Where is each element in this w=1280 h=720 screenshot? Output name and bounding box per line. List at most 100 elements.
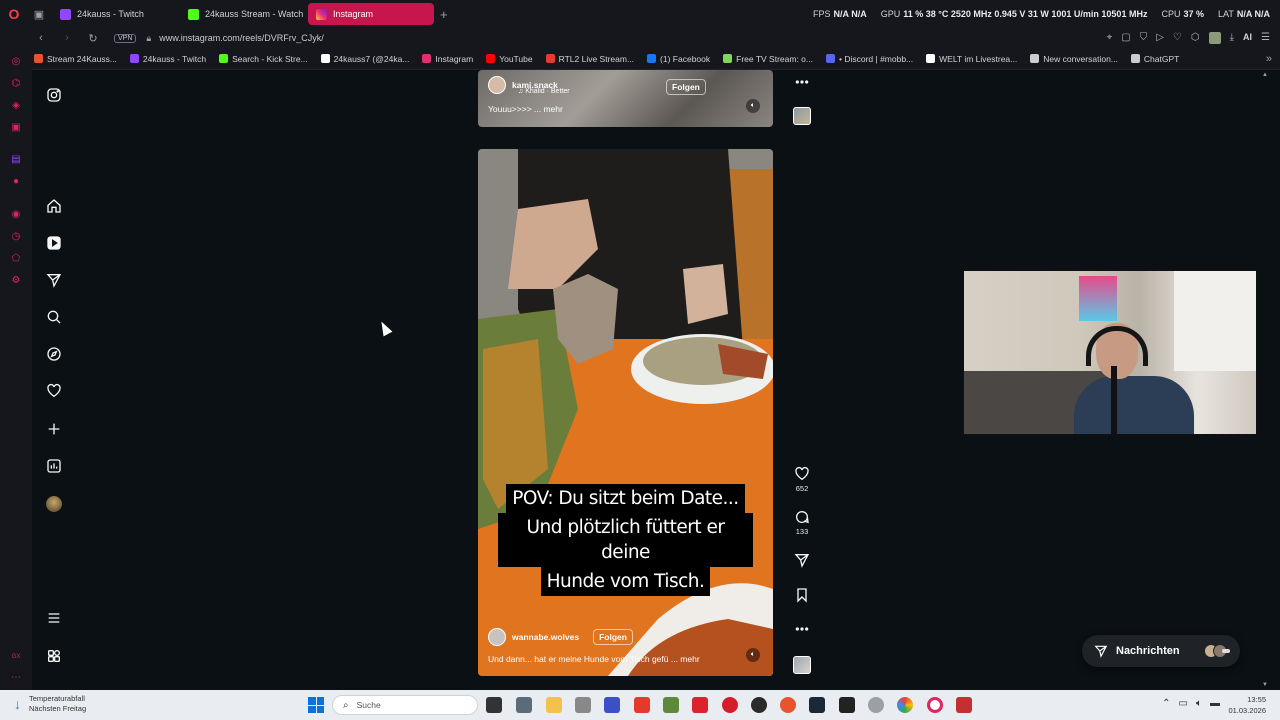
url-field[interactable]: www.instagram.com/reels/DVRFrv_CJyk/ bbox=[159, 33, 324, 43]
bookmark-item[interactable]: YouTube bbox=[486, 54, 533, 64]
volume-icon[interactable]: 🔈︎ bbox=[746, 648, 760, 662]
profile-avatar[interactable] bbox=[44, 494, 64, 514]
profile-avatar[interactable] bbox=[1208, 32, 1221, 44]
bookmark-item[interactable]: WELT im Livestrea... bbox=[926, 54, 1017, 64]
bookmark-item[interactable]: RTL2 Live Stream... bbox=[545, 54, 634, 64]
more-icon[interactable]: ⋯ bbox=[10, 671, 22, 683]
battery-icon[interactable]: ▬ bbox=[1210, 698, 1220, 709]
instagram-icon[interactable] bbox=[44, 85, 64, 105]
settings-icon[interactable]: ⚙ bbox=[10, 274, 22, 286]
bookmark-item[interactable]: ChatGPT bbox=[1130, 54, 1179, 64]
epic-games-icon[interactable] bbox=[839, 697, 855, 713]
tab-twitch[interactable]: 24kauss - Twitch bbox=[52, 3, 178, 25]
tab-kick[interactable]: 24kauss Stream - Watch L bbox=[180, 3, 306, 25]
pin-icon[interactable]: ⌖ bbox=[1107, 32, 1113, 44]
file-explorer-icon[interactable] bbox=[546, 697, 562, 713]
bookmark-item[interactable]: New conversation... bbox=[1030, 54, 1118, 64]
start-button[interactable] bbox=[308, 697, 324, 713]
more-options-icon[interactable] bbox=[792, 74, 812, 90]
scroll-up-icon[interactable]: ▲ bbox=[1262, 72, 1268, 78]
create-icon[interactable] bbox=[44, 419, 64, 439]
direct-icon[interactable] bbox=[44, 270, 64, 290]
clock[interactable]: 13:55 01.03.2026 bbox=[1228, 694, 1266, 716]
bookmark-item[interactable]: (1) Facebook bbox=[647, 54, 710, 64]
save-button[interactable] bbox=[792, 587, 812, 603]
task-view-icon[interactable] bbox=[486, 697, 502, 713]
comment-button[interactable]: 133 bbox=[792, 509, 812, 536]
taskbar-search[interactable]: ⌕ Suche bbox=[332, 695, 478, 715]
settings-app-icon[interactable] bbox=[868, 697, 884, 713]
speaker-icon[interactable]: 🔈︎ bbox=[1196, 698, 1202, 709]
apps-icon[interactable] bbox=[44, 646, 64, 666]
menu-icon[interactable] bbox=[44, 608, 64, 628]
reel-author[interactable]: wannabe.wolves Folgen bbox=[488, 628, 633, 646]
chevron-up-icon[interactable]: ⌃ bbox=[1162, 698, 1170, 709]
bookmark-item[interactable]: Free TV Stream: o... bbox=[723, 54, 813, 64]
new-tab-button[interactable]: + bbox=[440, 7, 448, 22]
record-app-icon[interactable] bbox=[722, 697, 738, 713]
chrome-icon[interactable] bbox=[897, 697, 913, 713]
youtube-sidebar-icon[interactable]: ● bbox=[10, 175, 22, 187]
red-app-icon[interactable] bbox=[634, 697, 650, 713]
author-avatar[interactable] bbox=[488, 76, 506, 94]
forward-icon[interactable]: › bbox=[58, 32, 76, 44]
player-sidebar-icon[interactable]: ◉ bbox=[10, 208, 22, 220]
snapshot-icon[interactable]: ▢ bbox=[1121, 32, 1130, 44]
back-icon[interactable]: ‹ bbox=[32, 32, 50, 44]
telegram-icon[interactable]: ▣ bbox=[10, 121, 22, 133]
author-avatar[interactable] bbox=[488, 628, 506, 646]
tab-instagram[interactable]: Instagram bbox=[308, 3, 434, 25]
scroll-down-icon[interactable]: ▼ bbox=[1262, 682, 1268, 688]
obs-icon[interactable] bbox=[751, 697, 767, 713]
audio-thumbnail[interactable] bbox=[793, 107, 811, 125]
steam-icon[interactable] bbox=[809, 697, 825, 713]
bookmark-item[interactable]: 24kauss - Twitch bbox=[129, 54, 206, 64]
volume-icon[interactable]: 🔈︎ bbox=[746, 99, 760, 113]
workspaces-icon[interactable]: ▣ bbox=[28, 0, 50, 28]
network-icon[interactable]: ▭ bbox=[1179, 698, 1188, 709]
heart-icon[interactable]: ♡ bbox=[1173, 32, 1182, 44]
reel-caption[interactable]: Youuu>>>> ... mehr bbox=[488, 104, 563, 114]
music-label[interactable]: ♫ Khalid · Better bbox=[518, 88, 570, 95]
extensions-sidebar-icon[interactable]: ⬠ bbox=[10, 252, 22, 264]
twitch-sidebar-icon[interactable]: ▤ bbox=[10, 153, 22, 165]
weather-widget[interactable]: ↓ Temperaturabfall Nächsten Freitag bbox=[14, 694, 86, 714]
extensions-icon[interactable]: ⬡ bbox=[1191, 32, 1200, 44]
vpn-badge[interactable]: VPN bbox=[114, 33, 137, 43]
reel-video-previous[interactable]: kami.snack ♫ Khalid · Better Folgen Youu… bbox=[478, 70, 773, 127]
bookmark-item[interactable]: Instagram bbox=[422, 54, 473, 64]
v-app-icon[interactable] bbox=[604, 697, 620, 713]
player-icon[interactable]: ▷ bbox=[1156, 32, 1164, 44]
page-scrollbar[interactable]: ▲ ▼ bbox=[1260, 70, 1270, 690]
home-icon[interactable] bbox=[44, 196, 64, 216]
follow-button[interactable]: Folgen bbox=[593, 629, 633, 645]
news-app-icon[interactable] bbox=[956, 697, 972, 713]
bookmarks-overflow-icon[interactable]: » bbox=[1266, 53, 1272, 65]
messenger-icon[interactable]: ◎ bbox=[10, 55, 22, 67]
dashboard-icon[interactable] bbox=[44, 456, 64, 476]
opera-logo-icon[interactable]: O bbox=[0, 0, 28, 28]
bookmark-item[interactable]: Search - Kick Stre... bbox=[219, 54, 308, 64]
heart-icon[interactable] bbox=[44, 381, 64, 401]
reels-icon[interactable] bbox=[44, 233, 64, 253]
messages-button[interactable]: Nachrichten bbox=[1082, 635, 1240, 667]
aria-icon[interactable]: ⌬ bbox=[10, 77, 22, 89]
red-launcher-icon[interactable] bbox=[692, 697, 708, 713]
history-icon[interactable]: ◷ bbox=[10, 230, 22, 242]
mouse-app-icon[interactable] bbox=[575, 697, 591, 713]
game-launcher-icon[interactable] bbox=[663, 697, 679, 713]
firefox-icon[interactable] bbox=[780, 697, 796, 713]
audio-thumbnail[interactable] bbox=[793, 656, 811, 674]
share-button[interactable] bbox=[792, 552, 812, 568]
reel-caption[interactable]: Und dann... hat er meine Hunde vom Tisch… bbox=[488, 654, 700, 664]
bookmark-item[interactable]: Stream 24Kauss... bbox=[34, 54, 117, 64]
reel-video[interactable]: POV: Du sitzt beim Date... Und plötzlich… bbox=[478, 149, 773, 676]
author-username[interactable]: wannabe.wolves bbox=[512, 632, 579, 642]
ai-button[interactable]: AI bbox=[1243, 32, 1252, 44]
bookmark-item[interactable]: • Discord | #mobb... bbox=[825, 54, 913, 64]
calculator-icon[interactable] bbox=[516, 697, 532, 713]
shield-icon[interactable]: ⛉ bbox=[1140, 32, 1148, 44]
lock-icon[interactable]: 🔒︎ bbox=[146, 33, 151, 44]
gx-icon[interactable]: GX bbox=[10, 651, 22, 663]
opera-gx-icon[interactable] bbox=[927, 697, 943, 713]
